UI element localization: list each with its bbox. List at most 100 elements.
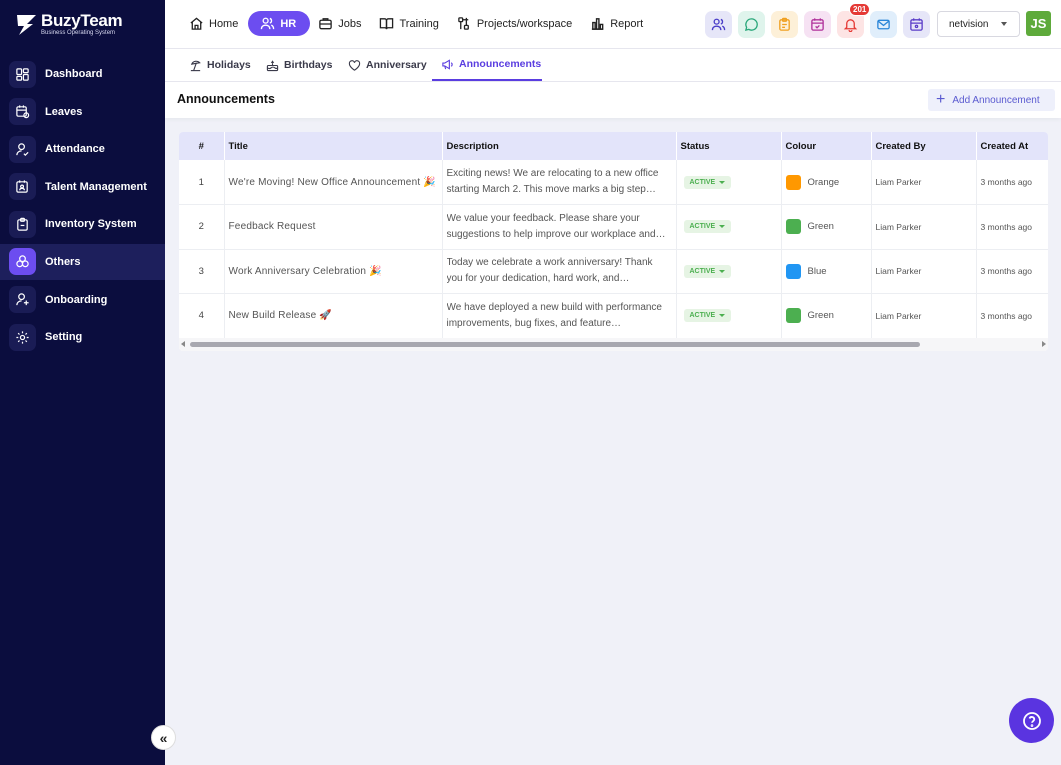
dashboard-grid-icon: [9, 60, 36, 88]
topnav-jobs[interactable]: Jobs: [310, 11, 371, 36]
colour-name: Orange: [807, 176, 840, 188]
scroll-right-arrow-icon[interactable]: [1042, 341, 1046, 347]
organization-select[interactable]: netvision: [937, 11, 1020, 37]
topnav-label: Home: [209, 17, 239, 30]
tab-birthdays[interactable]: Birthdays: [266, 49, 332, 81]
caret-down-icon: [719, 314, 726, 318]
calendar-icon: [910, 18, 923, 31]
topnav-report[interactable]: Report: [582, 11, 653, 36]
tab-label: Holidays: [207, 59, 251, 71]
colour-swatch: [785, 219, 801, 235]
brand-logo[interactable]: BuzyTeam Business Operating System: [16, 12, 123, 37]
column-header-description[interactable]: Description: [442, 132, 677, 160]
row-title: New Build Release 🚀: [224, 293, 443, 338]
help-button[interactable]: [1009, 698, 1054, 743]
sidebar-collapse-button[interactable]: «: [151, 725, 176, 750]
calendar-leave-icon: [9, 98, 36, 126]
status-dropdown[interactable]: ACTIVE: [683, 175, 732, 189]
chat-icon: [744, 18, 758, 32]
column-header-created-at[interactable]: Created At: [976, 132, 1048, 160]
sidebar-item-onboarding[interactable]: Onboarding: [0, 282, 165, 318]
caret-down-icon: [719, 225, 726, 229]
row-description: Exciting news! We are relocating to a ne…: [442, 160, 677, 205]
column-header-created-by[interactable]: Created By: [871, 132, 977, 160]
sidebar-item-setting[interactable]: Setting: [0, 319, 165, 355]
colour-swatch: [785, 263, 801, 279]
page-title: Announcements: [177, 92, 275, 106]
row-status: ACTIVE: [676, 249, 782, 294]
sidebar-item-leaves[interactable]: Leaves: [0, 94, 165, 130]
notifications-button[interactable]: 201: [837, 3, 871, 38]
question-circle-icon: [1022, 711, 1041, 730]
topnav-home[interactable]: Home: [181, 11, 248, 36]
row-created-at: 3 months ago: [976, 293, 1048, 338]
announcements-table: # Title Description Status Colour Create…: [179, 132, 1048, 351]
horizontal-scrollbar[interactable]: [179, 338, 1048, 351]
sidebar-item-talent-management[interactable]: Talent Management: [0, 169, 165, 205]
scrollbar-thumb[interactable]: [190, 342, 920, 347]
sidebar-item-attendance[interactable]: Attendance: [0, 131, 165, 167]
top-nav: Home HR Jobs Training Projects/workspace…: [181, 11, 653, 36]
cake-icon: [266, 59, 279, 71]
status-value: ACTIVE: [689, 312, 716, 320]
sidebar-item-dashboard[interactable]: Dashboard: [0, 56, 165, 92]
calendar-button[interactable]: [804, 11, 831, 38]
tasks-button[interactable]: [771, 11, 798, 38]
table-row[interactable]: 1 We're Moving! New Office Announcement …: [179, 160, 1048, 205]
colour-name: Green: [807, 221, 834, 233]
topnav-hr[interactable]: HR: [248, 11, 311, 36]
clipboard-icon: [779, 17, 790, 31]
tab-announcements[interactable]: Announcements: [432, 49, 542, 81]
table-row[interactable]: 3 Work Anniversary Celebration 🎉 Today w…: [179, 249, 1048, 294]
page-header: Announcements + Add Announcement: [165, 82, 1061, 118]
sidebar-item-others[interactable]: Others: [0, 243, 165, 280]
topnav-label: Projects/workspace: [476, 17, 573, 30]
sub-tabs: Holidays Birthdays Anniversary Announcem…: [165, 49, 1061, 82]
clipboard-icon: [9, 210, 36, 238]
column-header-number[interactable]: #: [179, 132, 225, 160]
status-value: ACTIVE: [689, 223, 716, 231]
sidebar-item-label: Dashboard: [45, 68, 103, 80]
user-avatar[interactable]: JS: [1026, 11, 1051, 36]
topnav-training[interactable]: Training: [371, 11, 448, 36]
users-icon: [261, 17, 275, 30]
table-row[interactable]: 4 New Build Release 🚀 We have deployed a…: [179, 293, 1048, 338]
row-title: We're Moving! New Office Announcement 🎉: [224, 160, 443, 205]
quick-action-icons: 201: [705, 3, 930, 38]
colour-swatch: [785, 308, 801, 324]
sidebar: BuzyTeam Business Operating System Dashb…: [0, 0, 165, 765]
table-row[interactable]: 2 Feedback Request We value your feedbac…: [179, 204, 1048, 249]
status-dropdown[interactable]: ACTIVE: [683, 309, 732, 323]
kanban-icon: [458, 17, 469, 30]
sidebar-item-label: Talent Management: [45, 180, 147, 193]
row-created-at: 3 months ago: [976, 249, 1048, 294]
tab-holidays[interactable]: Holidays: [189, 49, 251, 81]
row-title: Work Anniversary Celebration 🎉: [224, 249, 443, 294]
mail-button[interactable]: [870, 11, 897, 38]
column-header-colour[interactable]: Colour: [781, 132, 872, 160]
tab-anniversary[interactable]: Anniversary: [348, 49, 427, 81]
scroll-left-arrow-icon[interactable]: [181, 341, 185, 347]
row-created-by: Liam Parker: [871, 160, 977, 205]
sidebar-item-label: Others: [45, 255, 81, 268]
chat-button[interactable]: [738, 11, 765, 38]
row-created-at: 3 months ago: [976, 160, 1048, 205]
status-dropdown[interactable]: ACTIVE: [683, 220, 732, 234]
megaphone-icon: [442, 58, 453, 70]
heart-icon: [348, 59, 361, 71]
row-description-text: Exciting news! We are relocating to a ne…: [446, 168, 659, 195]
add-announcement-button[interactable]: + Add Announcement: [928, 89, 1055, 111]
sidebar-item-inventory-system[interactable]: Inventory System: [0, 206, 165, 242]
column-header-title[interactable]: Title: [224, 132, 443, 160]
column-header-status[interactable]: Status: [676, 132, 782, 160]
row-number: 1: [179, 160, 225, 205]
row-created-by: Liam Parker: [871, 293, 977, 338]
status-dropdown[interactable]: ACTIVE: [683, 264, 732, 278]
row-created-by: Liam Parker: [871, 249, 977, 294]
schedule-button[interactable]: [903, 11, 930, 38]
user-plus-icon: [9, 286, 36, 314]
row-status: ACTIVE: [676, 293, 782, 338]
team-button[interactable]: [705, 11, 732, 38]
row-description: We have deployed a new build with perfor…: [442, 293, 677, 338]
topnav-projects-workspace[interactable]: Projects/workspace: [449, 11, 582, 36]
